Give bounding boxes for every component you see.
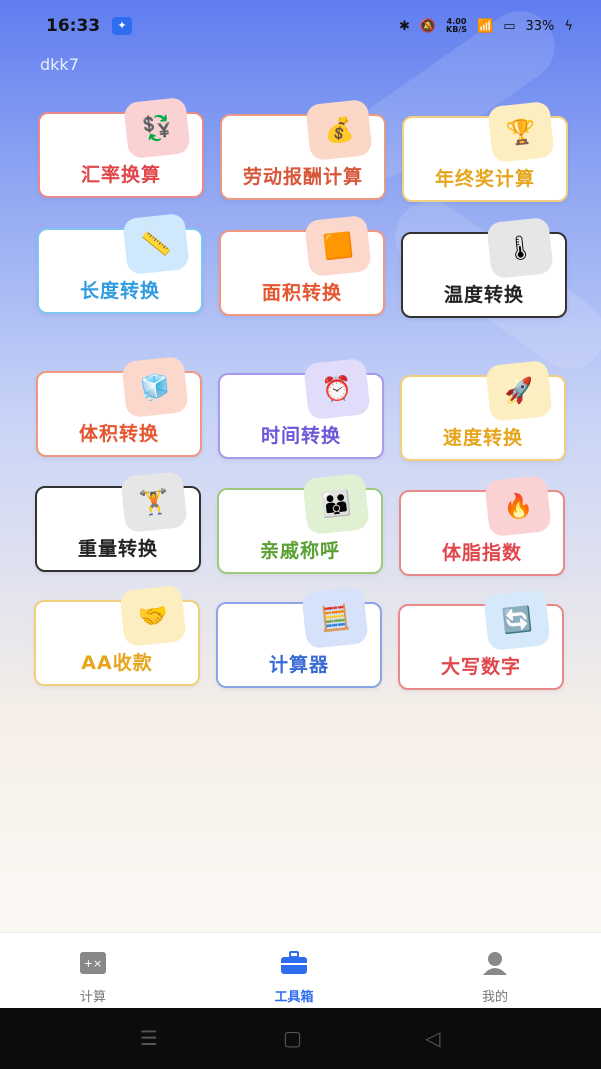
tool-label: 大写数字 [440,656,521,678]
tool-card[interactable]: 🧮 计算器 [216,586,382,688]
nav-label: 计算 [79,990,106,1005]
nav-calculate[interactable]: +× 计算 [33,933,153,1009]
tool-label: 年终奖计算 [434,168,535,190]
nav-label: 我的 [481,990,508,1005]
status-bar: 16:33 ✦ ✱ 🔕 4.00 KB/S 📶 ▭ 33% ϟ [0,0,601,52]
user-icon [483,952,507,975]
tool-card[interactable]: ⏰ 时间转换 [218,357,384,459]
coins-icon: 💱 [123,96,191,160]
tool-card[interactable]: 🔥 体脂指数 [399,474,565,576]
charging-icon: ϟ [564,18,573,34]
bluetooth-icon: ✱ [398,18,410,34]
tool-card[interactable]: 💰 劳动报酬计算 [220,98,386,200]
mute-icon: 🔕 [419,18,437,34]
nav-toolbox[interactable]: 工具箱 [234,933,354,1009]
tool-card[interactable]: 👪 亲戚称呼 [217,472,383,574]
thermometer-icon: 🌡 [486,216,554,280]
kettlebell-icon: 🏋 [120,470,188,534]
tool-label: 体脂指数 [441,542,522,564]
tool-label: 重量转换 [77,538,158,560]
tool-card[interactable]: 🏆 年终奖计算 [402,100,568,202]
bottom-nav: +× 计算 工具箱 我的 [0,932,601,1009]
tool-label: 汇率换算 [80,164,161,186]
home-icon[interactable]: ▢ [283,1026,302,1050]
tool-card[interactable]: 🟧 面积转换 [219,214,385,316]
tool-card[interactable]: 🤝 AA收款 [34,584,200,686]
tool-card[interactable]: 💱 汇率换算 [38,96,204,198]
wifi-icon: 📶 [477,18,494,34]
rocket-icon: 🚀 [485,359,553,423]
briefcase-icon [281,951,307,974]
tool-label: 长度转换 [79,280,160,302]
network-speed: 4.00 KB/S [446,18,467,34]
cube-icon: 🧊 [121,355,189,419]
tool-card[interactable]: 📏 长度转换 [37,212,203,314]
network-speed-unit: KB/S [446,25,468,34]
nav-mine[interactable]: 我的 [435,933,555,1009]
tool-label: 计算器 [268,654,329,676]
back-icon[interactable]: ◁ [425,1026,440,1050]
tool-card[interactable]: 🚀 速度转换 [400,359,566,461]
status-indicators: ✱ 🔕 4.00 KB/S 📶 ▭ 33% ϟ [399,18,573,34]
trophy-icon: 🏆 [487,100,555,164]
tool-label: 劳动报酬计算 [242,166,363,188]
tool-label: AA收款 [81,652,153,674]
tool-card[interactable]: 🧊 体积转换 [36,355,202,457]
svg-text:+×: +× [84,957,102,970]
money-bag-icon: 💰 [305,98,373,162]
tool-card[interactable]: 🏋 重量转换 [35,470,201,572]
battery-icon: ▭ [503,18,516,34]
clock-icon: ⏰ [303,357,371,421]
calculator-icon: +× [80,952,106,974]
tool-label: 速度转换 [442,427,523,449]
flame-kcal-icon: 🔥 [484,474,552,538]
tool-label: 体积转换 [78,423,159,445]
square-icon: 🟧 [304,214,372,278]
tool-label: 面积转换 [261,282,342,304]
tool-label: 时间转换 [260,425,341,447]
family-icon: 👪 [302,472,370,536]
username: dkk7 [40,55,79,74]
hand-coin-icon: 🤝 [119,584,187,648]
status-time: 16:33 [46,16,101,36]
tool-label: 温度转换 [443,284,524,306]
tool-card[interactable]: 🌡 温度转换 [401,216,567,318]
nav-label: 工具箱 [274,990,314,1005]
app-notification-icon: ✦ [112,17,132,35]
menu-icon[interactable]: ☰ [140,1026,158,1050]
arrows-exchange-icon: 🔄 [483,588,551,652]
ruler-icon: 📏 [122,212,190,276]
tool-label: 亲戚称呼 [259,540,340,562]
calculator-icon: 🧮 [301,586,369,650]
battery-level: 33% [525,18,555,34]
tool-card[interactable]: 🔄 大写数字 [398,588,564,690]
system-nav-bar: ☰ ▢ ◁ [0,1008,601,1069]
